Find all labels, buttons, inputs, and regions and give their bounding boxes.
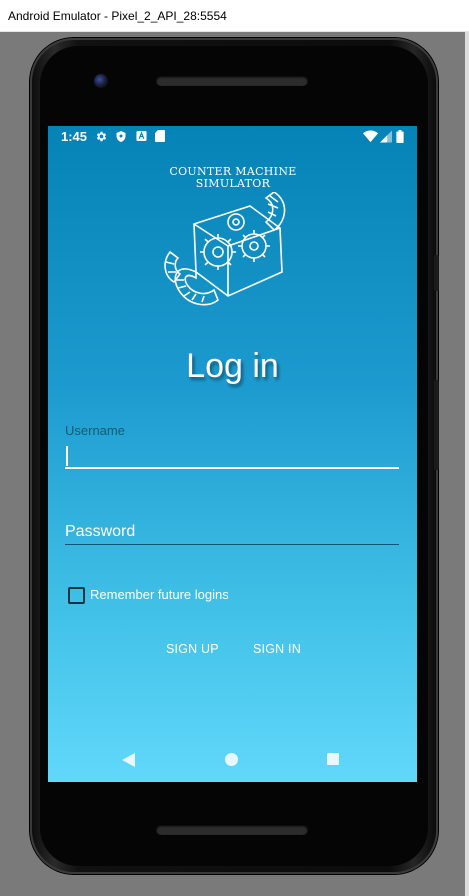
volume-button[interactable] [434,255,439,291]
password-input[interactable] [65,520,399,545]
sd-card-icon [155,130,165,142]
emulator-side-panel-edge [465,32,469,896]
username-input[interactable] [65,443,399,469]
home-icon[interactable] [225,753,238,766]
recents-icon[interactable] [327,753,339,765]
sign-up-button[interactable]: SIGN UP [166,640,219,658]
wifi-icon [363,130,378,143]
battery-icon [396,130,404,143]
text-caret [66,446,68,466]
phone-screen: 1:45 Counter Machine Simulator [48,126,417,782]
username-label: Username [65,423,125,438]
back-icon[interactable] [122,753,136,767]
bottom-speaker [156,825,308,835]
page-title: Log in [186,347,279,385]
counter-machine-logo [164,192,286,306]
status-bar: 1:45 [48,126,417,148]
app-logo-title: Counter Machine Simulator [143,166,323,190]
power-button[interactable] [434,380,439,470]
status-time: 1:45 [61,129,88,144]
window-title-text: Android Emulator - Pixel_2_API_28:5554 [8,9,227,23]
a-notification-icon [136,130,147,142]
top-speaker [156,76,308,86]
emulator-window-title: Android Emulator - Pixel_2_API_28:5554 [0,0,469,32]
sign-in-button[interactable]: SIGN IN [253,640,301,658]
front-camera [94,74,108,88]
remember-checkbox[interactable] [68,587,85,604]
shield-icon [116,131,126,142]
gear-icon [96,131,107,142]
logo-title-line2: Simulator [195,177,271,190]
signal-icon [380,130,392,143]
remember-checkbox-label[interactable]: Remember future logins [90,587,229,603]
